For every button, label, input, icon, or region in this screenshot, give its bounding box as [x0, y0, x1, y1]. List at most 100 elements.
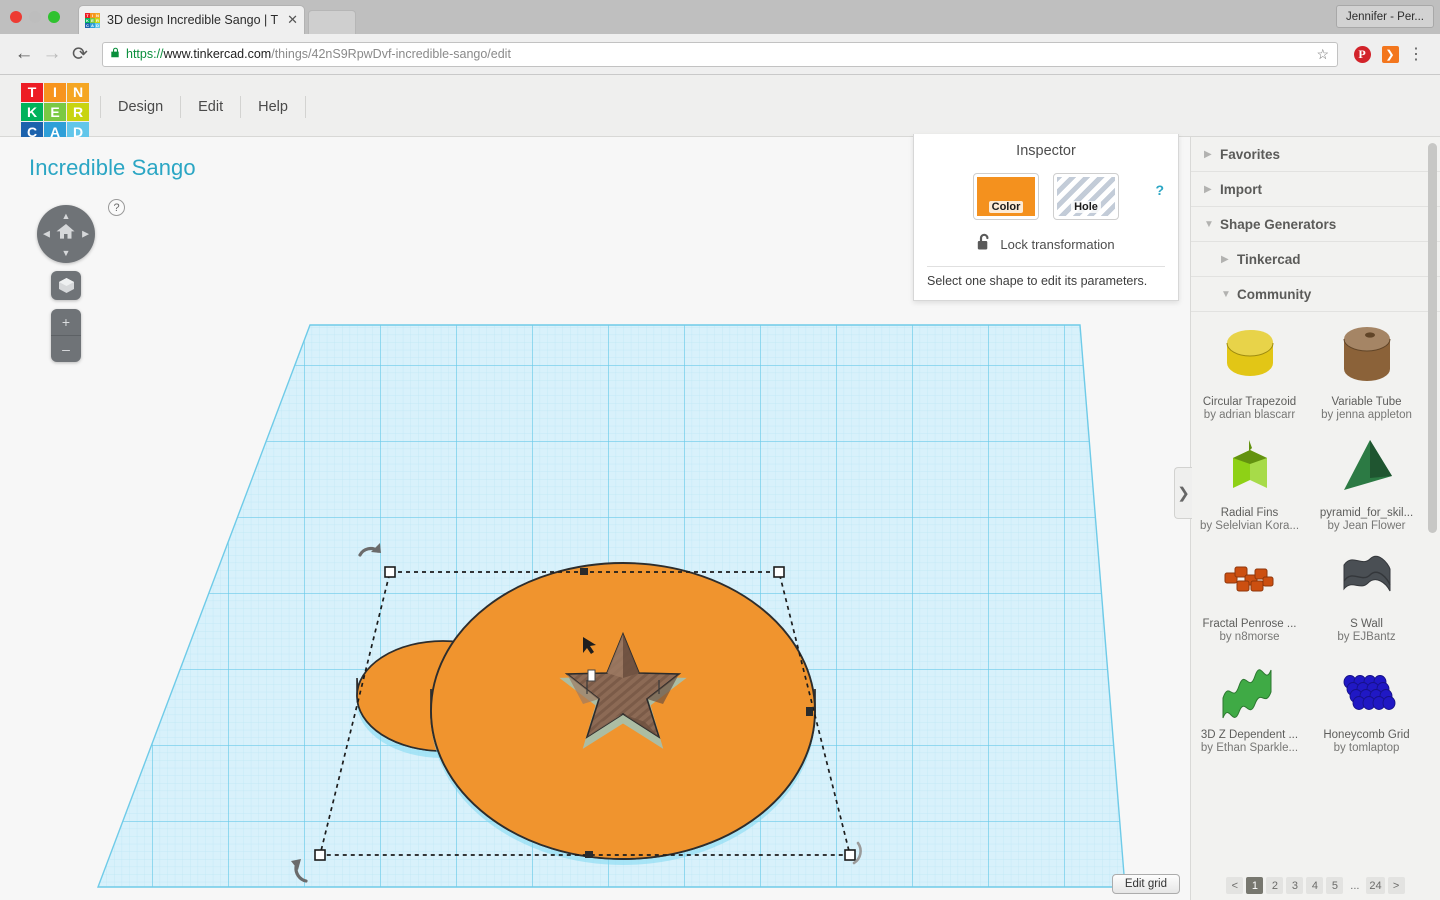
close-window-button[interactable]: [10, 11, 22, 23]
minimize-window-button[interactable]: [29, 11, 41, 23]
pagination-page-4[interactable]: 4: [1306, 877, 1324, 894]
reload-icon[interactable]: ⟳: [66, 40, 94, 68]
browser-tab[interactable]: TINKERCAD 3D design Incredible Sango | T…: [78, 5, 305, 34]
browser-menu-icon[interactable]: ⋮: [1402, 40, 1430, 68]
shape-author: by EJBantz: [1337, 631, 1396, 643]
sidebar-item-tinkercad[interactable]: ▶ Tinkercad: [1191, 242, 1440, 277]
pagination-prev[interactable]: <: [1226, 877, 1244, 894]
shape-name: Circular Trapezoid: [1202, 396, 1297, 408]
chevron-right-icon: ▶: [1204, 183, 1212, 195]
pagination-page-3[interactable]: 3: [1286, 877, 1304, 894]
forward-icon[interactable]: →: [38, 40, 66, 68]
pagination-page-2[interactable]: 2: [1266, 877, 1284, 894]
pagination-next[interactable]: >: [1387, 877, 1405, 894]
shape-generator-item[interactable]: Circular Trapezoid by adrian blascarr: [1193, 318, 1306, 421]
shape-thumbnail-icon: [1193, 651, 1306, 727]
favicon-tile-d: D: [95, 22, 100, 28]
logo-tile-k: K: [21, 102, 43, 122]
shape-generator-item[interactable]: Honeycomb Grid by tomlaptop: [1310, 651, 1423, 754]
pinterest-extension-icon[interactable]: P: [1350, 42, 1374, 66]
browser-profile-chip[interactable]: Jennifer - Per...: [1336, 5, 1434, 28]
pan-left-icon[interactable]: ◀: [43, 229, 50, 240]
pagination-page-5[interactable]: 5: [1326, 877, 1344, 894]
shape-generator-item[interactable]: Radial Fins by Selelvian Kora...: [1193, 429, 1306, 532]
chevron-down-icon: ▼: [1204, 218, 1214, 230]
shape-generator-item[interactable]: pyramid_for_skil... by Jean Flower: [1310, 429, 1423, 532]
back-icon[interactable]: ←: [10, 40, 38, 68]
browser-nav-bar: ← → ⟳ https:// www.tinkercad.com /things…: [0, 34, 1440, 75]
main-menu: Design Edit Help: [100, 94, 306, 120]
sidebar-item-shape-generators[interactable]: ▼ Shape Generators: [1191, 207, 1440, 242]
maximize-window-button[interactable]: [48, 11, 60, 23]
profile-label: Jennifer - Per...: [1346, 10, 1424, 23]
shapes-panel: ▶ Favorites ▶ Import ▼ Shape Generators …: [1190, 137, 1440, 900]
community-label: Community: [1237, 286, 1312, 302]
shapes-panel-scrollbar[interactable]: [1428, 143, 1437, 533]
shape-row: Circular Trapezoid by adrian blascarr Vari…: [1191, 318, 1440, 429]
logo-tile-t: T: [21, 83, 43, 102]
shape-generator-item[interactable]: Variable Tube by jenna appleton: [1310, 318, 1423, 421]
sidebar-item-community[interactable]: ▼ Community: [1191, 277, 1440, 312]
shape-row: Fractal Penrose ... by n8morse S Wall by EJ…: [1191, 540, 1440, 651]
sidebar-item-import[interactable]: ▶ Import: [1191, 172, 1440, 207]
address-bar[interactable]: https:// www.tinkercad.com /things/42nS9…: [102, 41, 1338, 67]
tinkercad-toolbar: TINKERCAD Design Edit Help Undo: [0, 75, 1440, 240]
sidebar-item-favorites[interactable]: ▶ Favorites: [1191, 137, 1440, 172]
home-view-icon[interactable]: [56, 223, 76, 245]
pan-up-icon[interactable]: ▲: [62, 211, 71, 221]
shape-thumbnail-icon: [1310, 540, 1423, 616]
color-swatch-button[interactable]: Color: [973, 173, 1039, 220]
inspector-help-icon[interactable]: ?: [1155, 182, 1164, 198]
inspector-panel: Inspector ? Color Hole Lock transformati…: [913, 134, 1179, 301]
shape-thumbnail-icon: [1310, 651, 1423, 727]
tinkercad-logo[interactable]: TINKERCAD: [21, 83, 89, 141]
shape-row: Radial Fins by Selelvian Kora... pyramid_f…: [1191, 429, 1440, 540]
selection-handle-top-mid: [580, 568, 588, 575]
menu-item-edit[interactable]: Edit: [181, 96, 242, 118]
shape-name: Variable Tube: [1331, 396, 1402, 408]
window-controls[interactable]: [10, 11, 60, 23]
hole-swatch-button[interactable]: Hole: [1053, 173, 1119, 220]
help-icon[interactable]: ?: [108, 199, 125, 216]
selection-handle-br: [844, 849, 856, 861]
pagination-page-1[interactable]: 1: [1246, 877, 1264, 894]
inactive-browser-tab[interactable]: [308, 10, 356, 34]
logo-tile-i: I: [44, 83, 66, 102]
pagination-page-24[interactable]: 24: [1366, 877, 1385, 894]
hubspot-extension-icon[interactable]: ❯: [1378, 42, 1402, 66]
inspector-title: Inspector: [1016, 143, 1076, 159]
tinkercad-app: TINKERCAD 3D design Incredible Sango | T…: [0, 0, 1440, 900]
pagination-ellipsis: ...: [1350, 879, 1360, 892]
shape-author: by Ethan Sparkle...: [1200, 742, 1299, 754]
logo-tile-e: E: [44, 102, 66, 122]
shape-name: S Wall: [1350, 618, 1383, 630]
shape-thumbnail-icon: [1193, 429, 1306, 505]
shape-generator-item[interactable]: 3D Z Dependent ... by Ethan Sparkle...: [1193, 651, 1306, 754]
shape-generator-item[interactable]: S Wall by EJBantz: [1310, 540, 1423, 643]
close-icon[interactable]: ✕: [287, 12, 298, 28]
browser-tab-title: 3D design Incredible Sango | T: [107, 13, 279, 27]
shape-author: by jenna appleton: [1321, 409, 1412, 421]
color-swatch-label: Color: [988, 201, 1024, 213]
zoom-out-button[interactable]: –: [51, 336, 81, 362]
url-host: www.tinkercad.com: [163, 47, 272, 61]
view-cube-disc[interactable]: ▲ ▼ ◀ ▶: [37, 205, 95, 263]
lock-open-icon: [977, 233, 992, 256]
edit-grid-button[interactable]: Edit grid: [1111, 874, 1180, 894]
browser-tab-bar: TINKERCAD 3D design Incredible Sango | T…: [0, 0, 1440, 34]
selection-handle-right-mid: [806, 707, 813, 716]
zoom-in-button[interactable]: +: [51, 309, 81, 336]
panel-collapse-toggle[interactable]: ❯: [1174, 467, 1192, 519]
bookmark-star-icon[interactable]: ☆: [1316, 46, 1329, 63]
menu-item-design[interactable]: Design: [100, 96, 182, 118]
pan-right-icon[interactable]: ▶: [82, 229, 89, 240]
lock-transformation-row[interactable]: Lock transformation: [914, 233, 1178, 256]
pan-down-icon[interactable]: ▼: [62, 248, 71, 258]
fit-view-button[interactable]: [51, 271, 81, 300]
shape-generator-item[interactable]: Fractal Penrose ... by n8morse: [1193, 540, 1306, 643]
zoom-controls: + –: [51, 309, 81, 362]
shape-name: Honeycomb Grid: [1323, 729, 1410, 741]
import-label: Import: [1220, 181, 1262, 197]
menu-item-help[interactable]: Help: [241, 96, 306, 118]
selection-handle-bl: [314, 849, 326, 861]
